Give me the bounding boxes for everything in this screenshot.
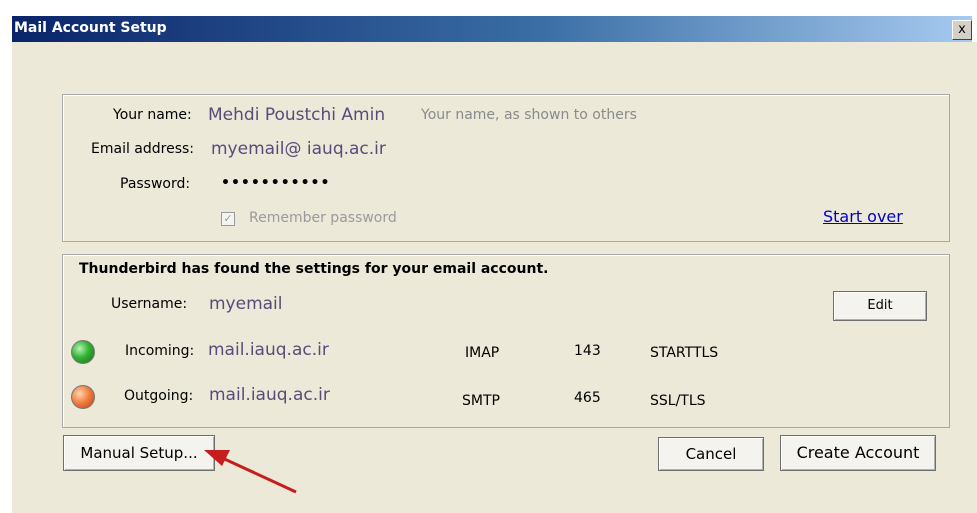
your-name-hint: Your name, as shown to others: [421, 107, 637, 123]
password-label: Password:: [120, 176, 191, 192]
outgoing-security: SSL/TLS: [650, 393, 706, 409]
cancel-button[interactable]: Cancel: [658, 437, 764, 471]
outgoing-host: mail.iauq.ac.ir: [209, 385, 330, 405]
outgoing-port: 465: [574, 390, 601, 406]
incoming-label: Incoming:: [125, 343, 195, 359]
outgoing-protocol: SMTP: [462, 393, 500, 409]
incoming-security: STARTTLS: [650, 345, 719, 361]
username-label: Username:: [111, 296, 188, 312]
email-label: Email address:: [91, 141, 195, 157]
manual-setup-button[interactable]: Manual Setup...: [63, 435, 215, 471]
username-field[interactable]: myemail: [209, 294, 283, 314]
incoming-protocol: IMAP: [465, 345, 500, 361]
title-bar: Mail Account Setup x: [12, 16, 972, 42]
start-over-link[interactable]: Start over: [823, 207, 903, 226]
your-name-field[interactable]: Mehdi Poustchi Amin: [208, 105, 385, 125]
email-field[interactable]: myemail@ iauq.ac.ir: [211, 139, 386, 159]
incoming-status-icon: [71, 340, 95, 364]
window-title: Mail Account Setup: [14, 20, 167, 36]
dialog-body: Your name: Mehdi Poustchi Amin Your name…: [12, 42, 977, 513]
your-name-label: Your name:: [113, 107, 192, 123]
red-arrow-icon: [204, 450, 297, 494]
account-info-group: Your name: Mehdi Poustchi Amin Your name…: [62, 94, 950, 242]
incoming-port: 143: [574, 343, 601, 359]
password-field[interactable]: •••••••••••: [221, 175, 330, 191]
remember-password-label: Remember password: [249, 210, 397, 226]
found-settings-group: Thunderbird has found the settings for y…: [62, 254, 950, 428]
incoming-host: mail.iauq.ac.ir: [208, 340, 329, 360]
outgoing-status-icon: [71, 385, 95, 409]
close-button[interactable]: x: [952, 20, 972, 40]
found-settings-message: Thunderbird has found the settings for y…: [79, 261, 549, 277]
remember-password-checkbox[interactable]: ✓: [221, 212, 235, 226]
outgoing-label: Outgoing:: [124, 388, 194, 404]
edit-button[interactable]: Edit: [833, 291, 927, 321]
create-account-button[interactable]: Create Account: [780, 435, 936, 471]
